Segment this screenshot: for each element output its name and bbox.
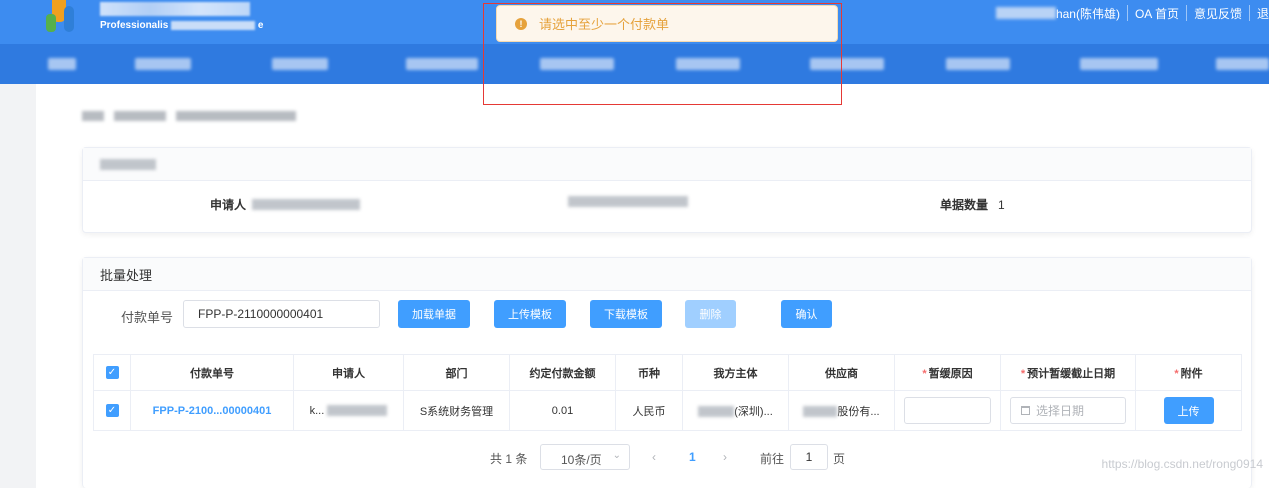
payment-table: ✓ 付款单号 申请人 部门 约定付款金额 币种 我方主体 供应商 * 暂缓原因 *… <box>93 354 1242 431</box>
cell-currency: 人民币 <box>615 390 683 431</box>
summary-card-header <box>83 148 1251 181</box>
defer-reason-input[interactable] <box>904 397 991 424</box>
delete-button[interactable]: 删除 <box>685 300 736 328</box>
brand-title-redacted <box>100 2 250 16</box>
nav-item-2[interactable] <box>135 58 191 70</box>
logout-link[interactable]: 退 <box>1257 5 1269 22</box>
breadcrumb <box>82 111 296 121</box>
col-defer-reason: * 暂缓原因 <box>894 354 1001 391</box>
payment-no-input[interactable]: FPP-P-2110000000401 <box>183 300 380 328</box>
company-logo[interactable] <box>44 0 84 40</box>
cell-applicant: k... <box>293 390 404 431</box>
oa-home-link[interactable]: OA 首页 <box>1135 5 1179 22</box>
cell-payment-no: FPP-P-2100...00000401 <box>130 390 294 431</box>
defer-deadline-datepicker[interactable]: 选择日期 <box>1010 397 1126 424</box>
brand-subtitle: Professionalis e <box>100 20 264 31</box>
user-name[interactable]: han(陈伟雄) <box>1056 5 1120 22</box>
col-our-entity: 我方主体 <box>682 354 789 391</box>
payment-no-link[interactable]: FPP-P-2100...00000401 <box>153 405 272 417</box>
pagination-total: 共 1 条 <box>490 452 528 466</box>
cell-amount: 0.01 <box>509 390 616 431</box>
pagination: 共 1 条 10条/页 ⌄ ‹ 1 › 前往 1 页 <box>83 444 1251 470</box>
cell-our-entity: (深圳)... <box>682 390 789 431</box>
nav-item-7[interactable] <box>810 58 884 70</box>
summary-card: 申请人 单据数量 1 <box>82 147 1252 233</box>
col-attachment: * 附件 <box>1135 354 1242 391</box>
batch-card: 批量处理 付款单号 FPP-P-2110000000401 加载单据 上传模板 … <box>82 257 1252 488</box>
col-defer-deadline: * 预计暂缓截止日期 <box>1000 354 1136 391</box>
row-select-cell[interactable]: ✓ <box>93 390 131 431</box>
cell-attachment: 上传 <box>1135 390 1242 431</box>
calendar-icon <box>1021 406 1030 415</box>
cell-supplier: 股份有... <box>788 390 895 431</box>
nav-item-3[interactable] <box>272 58 328 70</box>
warning-toast: ! 请选中至少一个付款单 <box>496 5 838 42</box>
top-right-links: han(陈伟雄) OA 首页 意见反馈 退 <box>995 0 1269 26</box>
nav-item-4[interactable] <box>406 58 478 70</box>
col-amount: 约定付款金额 <box>509 354 616 391</box>
user-name-redacted <box>995 7 1056 19</box>
nav-item-5[interactable] <box>540 58 614 70</box>
row-checkbox[interactable]: ✓ <box>105 404 119 417</box>
cell-department: S系统财务管理 <box>403 390 510 431</box>
main-nav <box>0 44 1269 84</box>
col-department: 部门 <box>403 354 510 391</box>
count-info: 单据数量 1 <box>940 196 1005 213</box>
current-page[interactable]: 1 <box>689 450 696 464</box>
count-label: 单据数量 <box>940 198 989 212</box>
goto-page-input[interactable]: 1 <box>790 444 828 470</box>
col-supplier: 供应商 <box>788 354 895 391</box>
date-info-redacted <box>568 196 688 207</box>
applicant-info: 申请人 <box>210 196 361 213</box>
nav-item-10[interactable] <box>1216 58 1269 70</box>
warning-icon: ! <box>515 17 527 30</box>
col-currency: 币种 <box>615 354 683 391</box>
upload-attachment-button[interactable]: 上传 <box>1163 397 1214 424</box>
col-payment-no: 付款单号 <box>130 354 294 391</box>
col-applicant: 申请人 <box>293 354 404 391</box>
prev-page-icon[interactable]: ‹ <box>652 450 656 464</box>
toast-message: 请选中至少一个付款单 <box>539 17 670 32</box>
batch-form-row: 付款单号 FPP-P-2110000000401 加载单据 上传模板 下载模板 … <box>83 300 1251 330</box>
batch-card-title: 批量处理 <box>83 258 1251 291</box>
nav-item-1[interactable] <box>48 58 76 70</box>
select-all-checkbox[interactable]: ✓ <box>105 366 119 379</box>
date-info <box>568 196 688 207</box>
feedback-link[interactable]: 意见反馈 <box>1194 5 1242 22</box>
goto-prefix: 前往 <box>760 452 785 466</box>
count-value: 1 <box>998 197 1005 212</box>
confirm-button[interactable]: 确认 <box>781 300 832 328</box>
nav-item-6[interactable] <box>676 58 740 70</box>
nav-item-8[interactable] <box>946 58 1010 70</box>
summary-title-redacted <box>100 158 156 170</box>
next-page-icon[interactable]: › <box>723 450 727 464</box>
download-template-button[interactable]: 下载模板 <box>590 300 662 328</box>
table-row: ✓ FPP-P-2100...00000401 k... S系统财务管理 0.0… <box>93 390 1242 431</box>
page-size-select[interactable]: 10条/页 ⌄ <box>540 444 630 470</box>
select-all-cell[interactable]: ✓ <box>93 354 131 391</box>
cell-defer-reason <box>894 390 1001 431</box>
nav-item-9[interactable] <box>1080 58 1158 70</box>
goto-suffix: 页 <box>833 452 846 466</box>
upload-template-button[interactable]: 上传模板 <box>494 300 566 328</box>
payment-no-label: 付款单号 <box>121 310 174 325</box>
cell-defer-deadline: 选择日期 <box>1000 390 1136 431</box>
table-header-row: ✓ 付款单号 申请人 部门 约定付款金额 币种 我方主体 供应商 * 暂缓原因 *… <box>93 354 1242 391</box>
watermark: https://blog.csdn.net/rong0914 <box>1101 457 1263 471</box>
chevron-down-icon: ⌄ <box>612 450 621 461</box>
applicant-label: 申请人 <box>210 198 247 212</box>
load-documents-button[interactable]: 加载单据 <box>398 300 470 328</box>
